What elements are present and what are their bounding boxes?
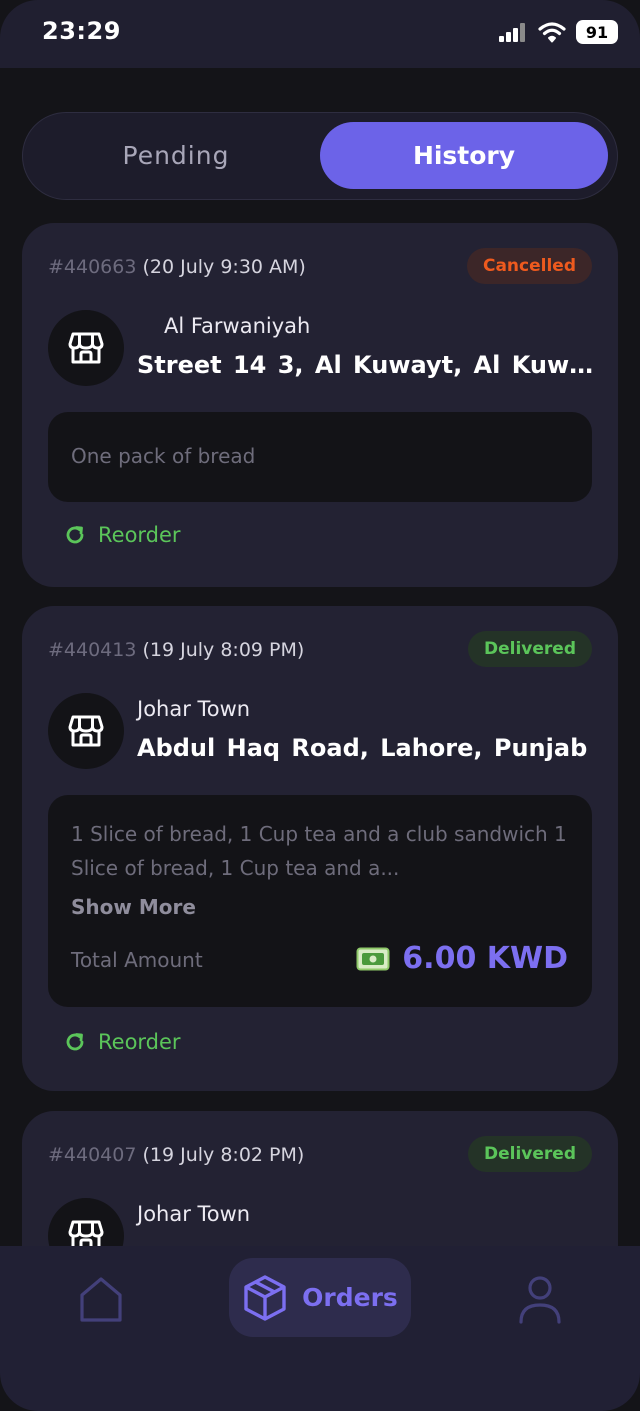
status-badge: Cancelled bbox=[466, 248, 592, 284]
reorder-label: Reorder bbox=[98, 1030, 181, 1054]
order-address: Abdul Haq Road, Lahore, Punjab bbox=[137, 734, 588, 762]
nav-home[interactable] bbox=[73, 1272, 129, 1328]
order-header: #440407 (19 July 8:02 PM) bbox=[48, 1144, 304, 1166]
order-area: Johar Town bbox=[137, 1202, 251, 1226]
order-area: Al Farwaniyah bbox=[164, 314, 311, 338]
status-badge: Delivered bbox=[468, 1136, 592, 1172]
store-icon bbox=[68, 1220, 104, 1246]
store-avatar bbox=[48, 1198, 124, 1246]
orders-screen: Pending History #440663 (20 July 9:30 AM… bbox=[0, 68, 640, 1246]
battery-indicator: 91 bbox=[576, 20, 618, 44]
box-icon bbox=[244, 1274, 286, 1321]
nav-profile[interactable] bbox=[512, 1272, 568, 1328]
order-card[interactable]: #440663 (20 July 9:30 AM) Cancelled Al F… bbox=[22, 223, 618, 587]
order-id: #440407 bbox=[48, 1144, 137, 1166]
order-id: #440413 bbox=[48, 639, 137, 661]
store-icon bbox=[68, 715, 104, 747]
status-time: 23:29 bbox=[42, 17, 121, 45]
order-header: #440413 (19 July 8:09 PM) bbox=[48, 639, 304, 661]
order-area: Johar Town bbox=[137, 697, 251, 721]
refresh-icon bbox=[66, 526, 84, 544]
order-items-box: One pack of bread bbox=[48, 412, 592, 502]
cash-icon bbox=[356, 947, 390, 971]
store-avatar bbox=[48, 693, 124, 769]
order-card[interactable]: #440407 (19 July 8:02 PM) Delivered Joha… bbox=[22, 1111, 618, 1246]
order-id: #440663 bbox=[48, 256, 137, 278]
reorder-label: Reorder bbox=[98, 523, 181, 547]
order-datetime: (20 July 9:30 AM) bbox=[142, 256, 306, 278]
total-amount-label: Total Amount bbox=[71, 948, 203, 972]
user-icon bbox=[519, 1276, 561, 1324]
status-bar: 23:29 91 bbox=[0, 0, 640, 68]
tab-pending[interactable]: Pending bbox=[32, 122, 320, 189]
home-icon bbox=[80, 1277, 122, 1322]
show-more-link[interactable]: Show More bbox=[71, 895, 196, 919]
status-icons: 91 bbox=[498, 20, 618, 44]
order-datetime: (19 July 8:09 PM) bbox=[142, 639, 305, 661]
total-amount-value: 6.00 KWD bbox=[402, 941, 568, 976]
nav-orders-label: Orders bbox=[302, 1283, 398, 1312]
refresh-icon bbox=[66, 1033, 84, 1051]
order-items-box: 1 Slice of bread, 1 Cup tea and a club s… bbox=[48, 795, 592, 1007]
bottom-navigation: Orders bbox=[0, 1246, 640, 1411]
order-address: Street 14 3, Al Kuwayt, Al Kuwayt bbox=[137, 351, 599, 379]
status-badge: Delivered bbox=[468, 631, 592, 667]
order-items: 1 Slice of bread, 1 Cup tea and a club s… bbox=[71, 822, 567, 880]
tab-history[interactable]: History bbox=[320, 122, 608, 189]
reorder-button[interactable]: Reorder bbox=[64, 1030, 181, 1054]
order-items: One pack of bread bbox=[71, 444, 256, 468]
order-header: #440663 (20 July 9:30 AM) bbox=[48, 256, 306, 278]
store-icon bbox=[68, 332, 104, 364]
nav-orders[interactable]: Orders bbox=[229, 1258, 411, 1337]
orders-segmented-control: Pending History bbox=[22, 112, 618, 200]
wifi-icon bbox=[538, 22, 566, 43]
signal-icon bbox=[499, 23, 525, 42]
order-datetime: (19 July 8:02 PM) bbox=[142, 1144, 305, 1166]
store-avatar bbox=[48, 310, 124, 386]
reorder-button[interactable]: Reorder bbox=[64, 523, 181, 547]
order-card[interactable]: #440413 (19 July 8:09 PM) Delivered Joha… bbox=[22, 606, 618, 1091]
